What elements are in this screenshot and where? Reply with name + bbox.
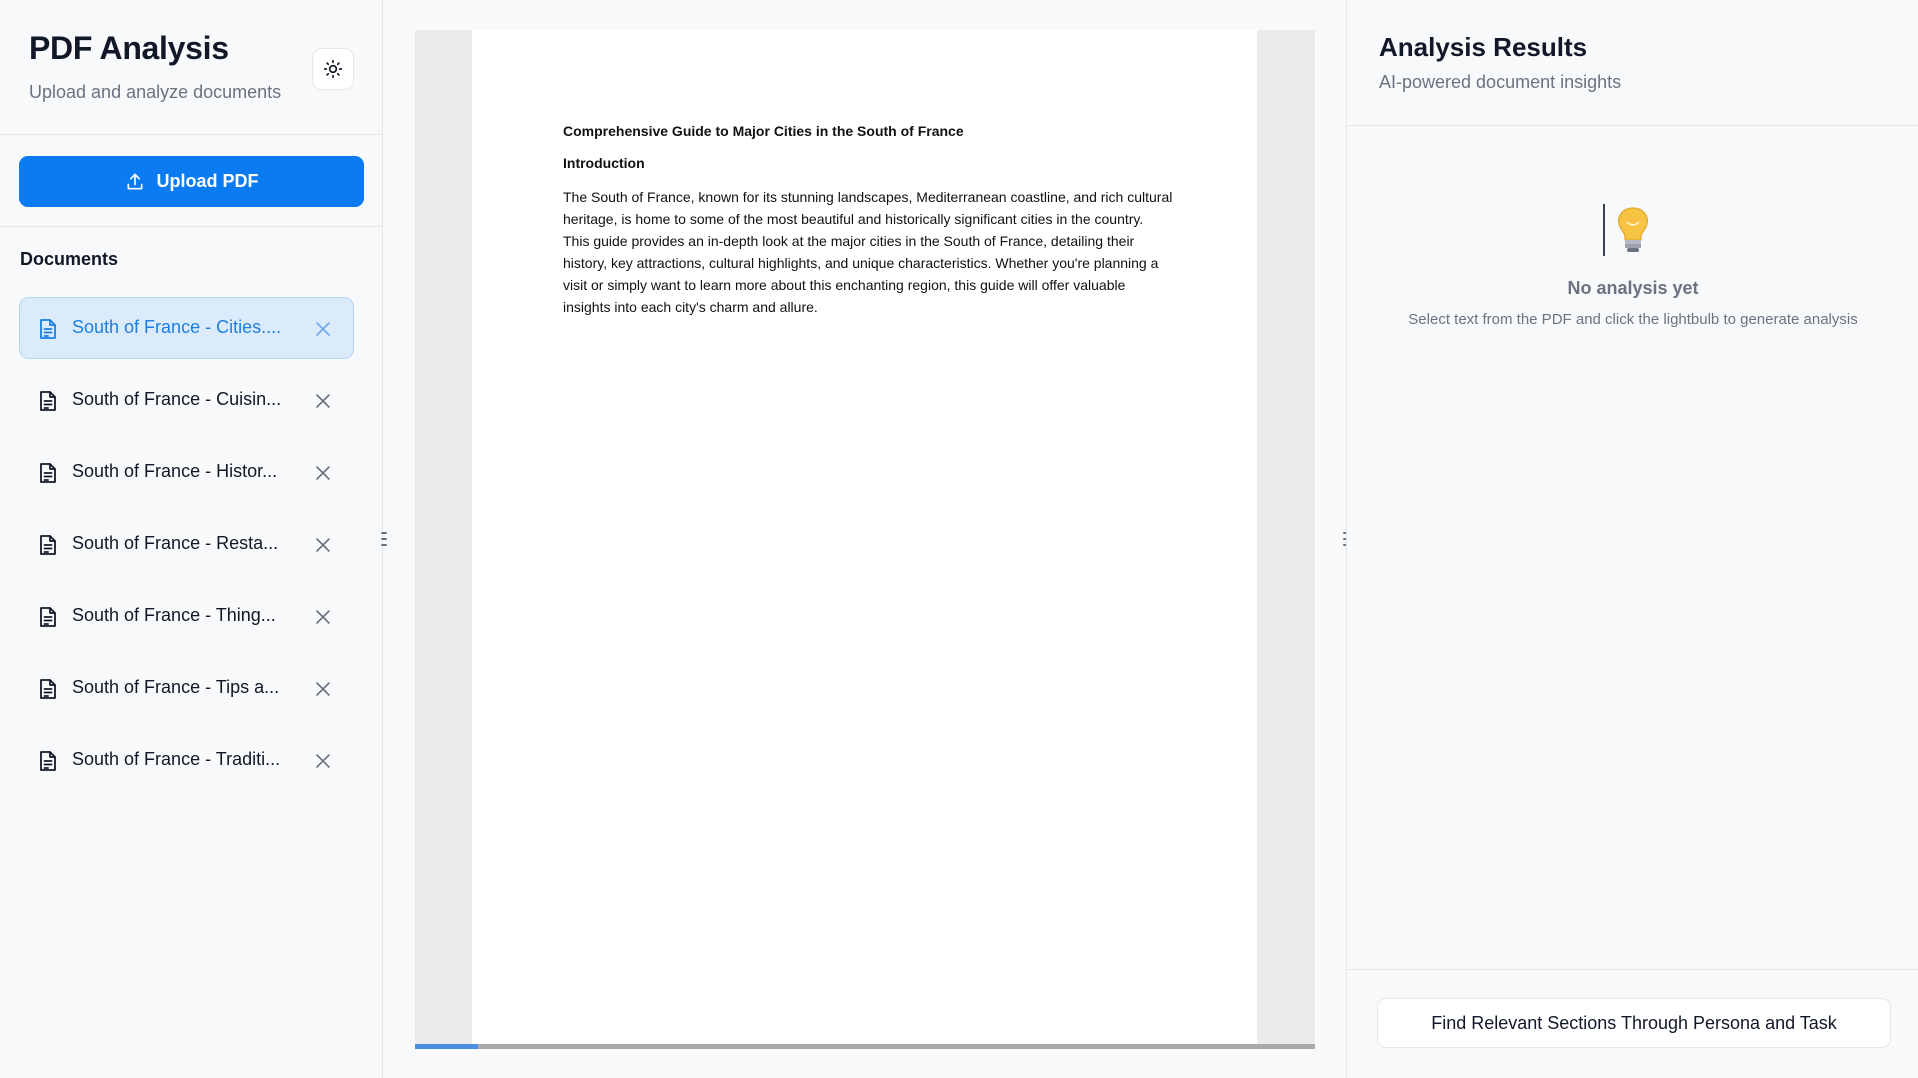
document-label: South of France - Thing... <box>72 605 276 625</box>
document-label: South of France - Tips a... <box>72 677 280 697</box>
close-icon[interactable] <box>314 752 332 770</box>
upload-section: Upload PDF <box>0 135 382 227</box>
document-label: South of France - Histor... <box>72 461 278 481</box>
document-label: South of France - Traditi... <box>72 749 281 769</box>
pdf-body-text[interactable]: The South of France, known for its stunn… <box>563 186 1173 318</box>
close-icon[interactable] <box>314 320 332 338</box>
analysis-title: Analysis Results <box>1379 32 1588 62</box>
document-label: South of France - Cuisin... <box>72 389 282 409</box>
horizontal-scrollbar[interactable] <box>415 1044 1315 1049</box>
pdf-section-heading[interactable]: Introduction <box>563 155 645 171</box>
analysis-header: Analysis Results AI-powered document ins… <box>1347 0 1918 126</box>
upload-pdf-button[interactable]: Upload PDF <box>19 156 364 207</box>
pdf-page[interactable]: Comprehensive Guide to Major Cities in t… <box>472 30 1257 1045</box>
upload-icon <box>127 173 142 189</box>
document-icon <box>38 606 58 628</box>
app-subtitle: Upload and analyze documents <box>29 82 282 102</box>
document-icon <box>38 390 58 412</box>
lightbulb-icon <box>1603 204 1648 256</box>
close-icon[interactable] <box>314 536 332 554</box>
document-list-item[interactable]: South of France - Traditi... <box>19 729 354 791</box>
analysis-subtitle: AI-powered document insights <box>1379 72 1622 92</box>
document-icon <box>38 318 58 340</box>
app-title: PDF Analysis <box>29 30 229 66</box>
document-list-item[interactable]: South of France - Cities.... <box>19 297 354 359</box>
theme-toggle-button[interactable] <box>312 48 354 90</box>
upload-pdf-label: Upload PDF <box>156 171 259 191</box>
document-label: South of France - Cities.... <box>72 317 282 337</box>
close-icon[interactable] <box>314 680 332 698</box>
pdf-viewer[interactable]: Comprehensive Guide to Major Cities in t… <box>415 30 1315 1049</box>
documents-heading: Documents <box>20 249 119 269</box>
document-list-item[interactable]: South of France - Resta... <box>19 513 354 575</box>
document-icon <box>38 534 58 556</box>
document-list-item[interactable]: South of France - Histor... <box>19 441 354 503</box>
close-icon[interactable] <box>314 464 332 482</box>
document-icon <box>38 462 58 484</box>
document-icon <box>38 750 58 772</box>
sidebar: PDF Analysis Upload and analyze document… <box>0 0 383 1078</box>
pdf-document-title[interactable]: Comprehensive Guide to Major Cities in t… <box>563 123 964 139</box>
analysis-panel: Analysis Results AI-powered document ins… <box>1346 0 1918 1078</box>
document-icon <box>38 678 58 700</box>
close-icon[interactable] <box>314 608 332 626</box>
empty-state-subtitle: Select text from the PDF and click the l… <box>1408 311 1858 328</box>
document-list: South of France - Cities.... South of Fra… <box>19 297 354 801</box>
scrollbar-thumb[interactable] <box>415 1044 478 1049</box>
document-list-item[interactable]: South of France - Cuisin... <box>19 369 354 431</box>
sidebar-header: PDF Analysis Upload and analyze document… <box>0 0 382 135</box>
empty-state-title: No analysis yet <box>1567 278 1699 298</box>
close-icon[interactable] <box>314 392 332 410</box>
document-list-item[interactable]: South of France - Tips a... <box>19 657 354 719</box>
document-label: South of France - Resta... <box>72 533 279 553</box>
left-resize-handle[interactable] <box>379 532 389 546</box>
sun-icon <box>323 59 343 79</box>
find-relevant-sections-button[interactable]: Find Relevant Sections Through Persona a… <box>1377 998 1891 1048</box>
document-list-item[interactable]: South of France - Thing... <box>19 585 354 647</box>
